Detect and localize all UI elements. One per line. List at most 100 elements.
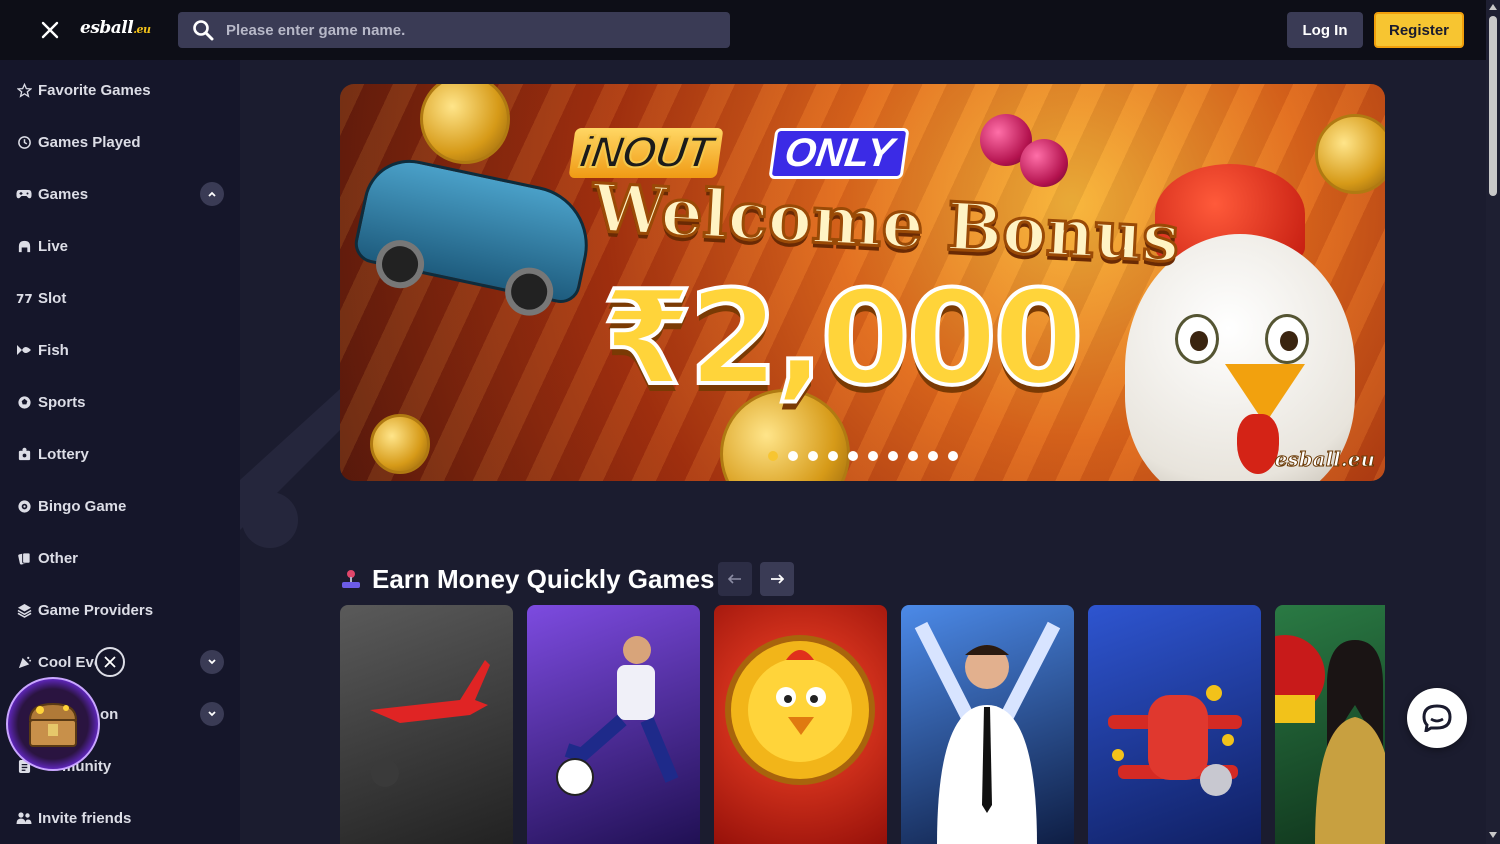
site-logo[interactable]: esball.eu [80, 18, 151, 38]
carousel-dot[interactable] [888, 451, 898, 461]
prev-arrow-button[interactable] [718, 562, 752, 596]
sidebar-item-live[interactable]: Live [0, 220, 240, 272]
game-cards-row [340, 605, 1385, 844]
sidebar-item-sports[interactable]: Sports [0, 376, 240, 428]
scroll-up-arrow[interactable] [1489, 4, 1497, 10]
search-icon [193, 20, 214, 41]
game-card-crazy-time[interactable] [1275, 605, 1385, 844]
red-plane-icon [370, 660, 490, 787]
carousel-dot[interactable] [768, 451, 778, 461]
carousel-dot[interactable] [948, 451, 958, 461]
background-decoration [240, 380, 350, 548]
carousel-dot[interactable] [868, 451, 878, 461]
sidebar-item-label: Games Played [38, 133, 141, 151]
promo-banner[interactable]: iNOUT ONLY Welcome Bonus ₹2,000 esball.e… [340, 84, 1385, 481]
sidebar-item-games[interactable]: Games [0, 168, 240, 220]
cherry-icon [1020, 139, 1068, 187]
chevron-up-icon[interactable] [200, 182, 224, 206]
game-card-live-dealer[interactable] [901, 605, 1074, 844]
search-bar[interactable] [178, 12, 730, 48]
sidebar-item-games-played[interactable]: Games Played [0, 116, 240, 168]
sidebar-item-label: Favorite Games [38, 81, 151, 99]
game-card-chicken[interactable] [714, 605, 887, 844]
page-scrollbar[interactable] [1486, 0, 1500, 844]
game-card-plane[interactable] [1088, 605, 1261, 844]
biplane-icon [1108, 685, 1242, 796]
sidebar-item-label: Slot [38, 289, 67, 307]
banner-tag-only: ONLY [768, 128, 910, 179]
arrow-right-icon [771, 574, 784, 584]
sidebar-item-slot[interactable]: 777 Slot [0, 272, 240, 324]
bingo-icon [16, 498, 32, 514]
game-card-soccer[interactable] [527, 605, 700, 844]
treasure-chest-promo[interactable] [6, 677, 100, 771]
sidebar-item-label: Lottery [38, 445, 89, 463]
scrollbar-thumb[interactable] [1489, 16, 1497, 196]
search-input[interactable] [226, 21, 706, 39]
carousel-dot[interactable] [848, 451, 858, 461]
providers-icon [16, 602, 32, 618]
chicken-coin-icon [725, 635, 875, 785]
sidebar-item-other[interactable]: Other [0, 532, 240, 584]
live-dealer-icon [16, 238, 32, 254]
carousel-dot[interactable] [928, 451, 938, 461]
next-arrow-button[interactable] [760, 562, 794, 596]
sidebar-item-label: Other [38, 549, 79, 567]
joystick-icon [340, 568, 362, 590]
close-menu-button[interactable] [36, 16, 64, 44]
sidebar-item-label: Sports [38, 393, 86, 411]
arrow-left-icon [728, 574, 741, 584]
sidebar-item-game-providers[interactable]: Game Providers [0, 584, 240, 636]
sidebar-item-label: Invite friends [38, 809, 132, 827]
sidebar-item-label: Game Providers [38, 601, 154, 619]
banner-brand-mark: esball.eu [1274, 447, 1375, 472]
party-icon [16, 654, 32, 670]
live-chat-button[interactable] [1407, 688, 1467, 748]
section-title: Earn Money Quickly Games [372, 563, 715, 594]
sidebar-item-label: on [100, 705, 119, 723]
banner-amount: ₹2,000 [600, 260, 1086, 416]
soccer-player-icon [556, 636, 679, 796]
star-icon [16, 82, 32, 98]
history-icon [16, 134, 32, 150]
sidebar-item-bingo-game[interactable]: Bingo Game [0, 480, 240, 532]
close-promo-button[interactable] [95, 647, 125, 677]
game-card-aviator[interactable] [340, 605, 513, 844]
host-icon [1275, 635, 1385, 844]
logo-text: esball [80, 18, 134, 38]
chevron-down-icon[interactable] [200, 702, 224, 726]
svg-text:777: 777 [16, 292, 32, 305]
sidebar-item-favorite-games[interactable]: Favorite Games [0, 64, 240, 116]
lottery-icon [16, 446, 32, 462]
close-icon [104, 656, 116, 668]
treasure-chest-icon [28, 702, 78, 747]
sidebar-item-label: Bingo Game [38, 497, 127, 515]
chat-bubble-icon [1422, 704, 1452, 732]
chevron-down-icon[interactable] [200, 650, 224, 674]
sidebar-item-invite-friends[interactable]: Invite friends [0, 792, 240, 844]
sports-ball-icon [16, 394, 32, 410]
carousel-dot[interactable] [808, 451, 818, 461]
carousel-dot[interactable] [788, 451, 798, 461]
top-bar: esball.eu Log In Register [0, 0, 1486, 60]
invite-icon [16, 810, 32, 826]
fish-icon [16, 342, 32, 358]
carousel-dot[interactable] [828, 451, 838, 461]
carousel-dot[interactable] [908, 451, 918, 461]
coin-icon [370, 414, 430, 474]
register-button[interactable]: Register [1374, 12, 1464, 48]
login-button[interactable]: Log In [1287, 12, 1363, 48]
sidebar-item-lottery[interactable]: Lottery [0, 428, 240, 480]
logo-suffix: .eu [133, 23, 151, 36]
close-icon [41, 21, 59, 39]
scroll-down-arrow[interactable] [1489, 832, 1497, 838]
slot-icon: 777 [16, 290, 32, 306]
sidebar-item-label: Games [38, 185, 89, 203]
dealer-icon [914, 621, 1061, 844]
carousel-dots [768, 451, 958, 461]
sidebar-item-fish[interactable]: Fish [0, 324, 240, 376]
main-content: iNOUT ONLY Welcome Bonus ₹2,000 esball.e… [240, 60, 1486, 844]
sidebar-item-label: Live [38, 237, 69, 255]
cards-icon [16, 550, 32, 566]
sidebar-item-label: Fish [38, 341, 69, 359]
